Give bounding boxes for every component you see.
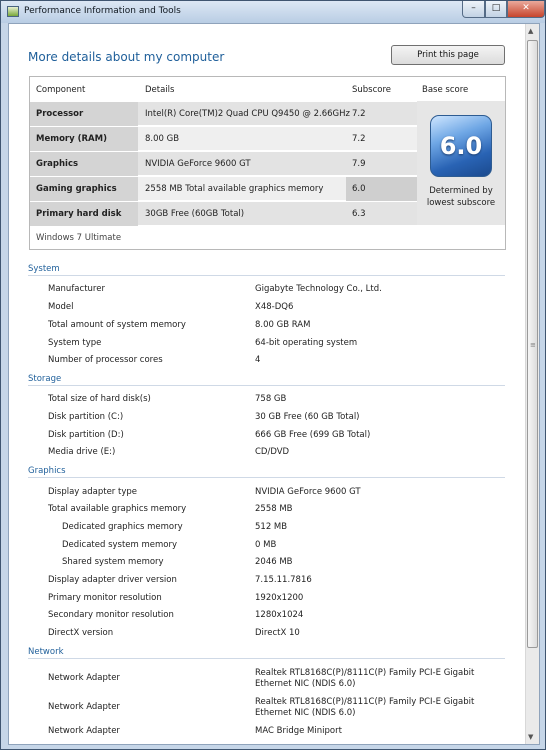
section-title: System <box>28 264 60 274</box>
detail-value: 30 GB Free (60 GB Total) <box>255 412 360 422</box>
score-row-gaming-graphics: Gaming graphics 2558 MB Total available … <box>30 176 417 201</box>
os-edition: Windows 7 Ultimate <box>36 233 122 243</box>
detail-label: Manufacturer <box>48 284 105 294</box>
section-storage: Storage <box>28 374 505 386</box>
category-details: 30GB Free (60GB Total) <box>145 209 245 219</box>
header-details: Details <box>145 85 175 95</box>
detail-value: NVIDIA GeForce 9600 GT <box>255 487 361 497</box>
detail-label: Primary monitor resolution <box>48 593 162 603</box>
detail-value: Gigabyte Technology Co., Ltd. <box>255 284 382 294</box>
detail-label: Display adapter type <box>48 487 137 497</box>
category-details: 2558 MB Total available graphics memory <box>145 184 324 194</box>
subscore-value: 7.2 <box>352 109 366 119</box>
detail-value: 1280x1024 <box>255 610 304 620</box>
score-row-primary-hard-disk: Primary hard disk 30GB Free (60GB Total)… <box>30 201 417 226</box>
scroll-up-arrow-icon[interactable]: ▲ <box>528 27 533 35</box>
score-table: Component Details Subscore Base score Pr… <box>29 76 506 250</box>
subscore-value: 7.2 <box>352 134 366 144</box>
score-row-graphics: Graphics NVIDIA GeForce 9600 GT 7.9 <box>30 151 417 176</box>
detail-label: Number of processor cores <box>48 355 163 365</box>
detail-label: Network Adapter <box>48 702 120 712</box>
section-divider <box>28 477 505 478</box>
close-button[interactable]: ✕ <box>507 1 545 18</box>
performance-app-icon <box>7 6 19 17</box>
detail-value: 64-bit operating system <box>255 338 358 348</box>
detail-value: CD/DVD <box>255 447 290 457</box>
subscore-value: 6.0 <box>352 184 366 194</box>
base-score-caption: Determined by lowest subscore <box>426 186 496 208</box>
detail-label: Total size of hard disk(s) <box>48 394 151 404</box>
maximize-button[interactable]: □ <box>485 1 507 18</box>
detail-value: X48-DQ6 <box>255 302 294 312</box>
scroll-down-arrow-icon[interactable]: ▼ <box>528 733 533 741</box>
section-network: Network <box>28 647 505 659</box>
subscore-value: 7.9 <box>352 159 366 169</box>
category-label: Gaming graphics <box>36 184 117 194</box>
title-bar[interactable]: Performance Information and Tools – □ ✕ <box>1 1 545 23</box>
detail-label: Disk partition (C:) <box>48 412 124 422</box>
header-component: Component <box>36 85 86 95</box>
detail-label: Dedicated system memory <box>62 540 178 550</box>
detail-value: 8.00 GB RAM <box>255 320 311 330</box>
section-divider <box>28 658 505 659</box>
base-score-value: 6.0 <box>439 132 483 160</box>
section-system: System <box>28 264 505 276</box>
detail-value: DirectX 10 <box>255 628 300 638</box>
detail-label: Secondary monitor resolution <box>48 610 174 620</box>
score-row-memory: Memory (RAM) 8.00 GB 7.2 <box>30 126 417 151</box>
detail-value: 4 <box>255 355 261 365</box>
window-title: Performance Information and Tools <box>24 6 181 16</box>
subscore-value: 6.3 <box>352 209 366 219</box>
detail-label: Model <box>48 302 74 312</box>
section-graphics: Graphics <box>28 466 505 478</box>
detail-value: MAC Bridge Miniport <box>255 726 342 736</box>
detail-label: Dedicated graphics memory <box>62 522 183 532</box>
header-subscore: Subscore <box>352 85 392 95</box>
detail-label: Network Adapter <box>48 726 120 736</box>
detail-value: 7.15.11.7816 <box>255 575 312 585</box>
category-label: Processor <box>36 109 84 119</box>
detail-label: System type <box>48 338 102 348</box>
category-details: 8.00 GB <box>145 134 180 144</box>
section-title: Storage <box>28 374 62 384</box>
scrollbar-thumb[interactable]: ≡ <box>527 40 538 648</box>
base-score-panel: 6.0 Determined by lowest subscore <box>417 101 505 225</box>
detail-label: Media drive (E:) <box>48 447 116 457</box>
section-title: Network <box>28 647 64 657</box>
section-title: Graphics <box>28 466 66 476</box>
base-score-badge: 6.0 <box>430 115 492 177</box>
detail-value: Realtek RTL8168C(P)/8111C(P) Family PCI-… <box>255 668 475 689</box>
detail-value: 666 GB Free (699 GB Total) <box>255 430 371 440</box>
performance-window: Performance Information and Tools – □ ✕ … <box>0 0 546 750</box>
category-details: Intel(R) Core(TM)2 Quad CPU Q9450 @ 2.66… <box>145 109 350 119</box>
vertical-scrollbar[interactable]: ▲ ≡ ▼ <box>525 24 539 744</box>
section-divider <box>28 385 505 386</box>
detail-value: 758 GB <box>255 394 287 404</box>
detail-label: Network Adapter <box>48 673 120 683</box>
page-title: More details about my computer <box>28 50 225 64</box>
detail-value: 512 MB <box>255 522 288 532</box>
detail-value: 2046 MB <box>255 557 293 567</box>
scrollbar-grip-icon: ≡ <box>530 341 536 349</box>
detail-value: Realtek RTL8168C(P)/8111C(P) Family PCI-… <box>255 697 475 718</box>
detail-label: Shared system memory <box>62 557 164 567</box>
section-divider <box>28 275 505 276</box>
score-row-processor: Processor Intel(R) Core(TM)2 Quad CPU Q9… <box>30 101 417 126</box>
detail-value: 1920x1200 <box>255 593 304 603</box>
detail-label: Total available graphics memory <box>48 504 187 514</box>
header-base-score: Base score <box>422 85 469 95</box>
content-area: More details about my computer Print thi… <box>8 23 540 745</box>
detail-label: Total amount of system memory <box>48 320 186 330</box>
detail-label: Disk partition (D:) <box>48 430 124 440</box>
detail-label: Display adapter driver version <box>48 575 177 585</box>
detail-value: 2558 MB <box>255 504 293 514</box>
category-label: Memory (RAM) <box>36 134 107 144</box>
print-page-button[interactable]: Print this page <box>391 45 505 65</box>
category-label: Primary hard disk <box>36 209 122 219</box>
detail-label: DirectX version <box>48 628 114 638</box>
minimize-button[interactable]: – <box>462 1 485 18</box>
category-details: NVIDIA GeForce 9600 GT <box>145 159 251 169</box>
category-label: Graphics <box>36 159 79 169</box>
detail-value: 0 MB <box>255 540 277 550</box>
